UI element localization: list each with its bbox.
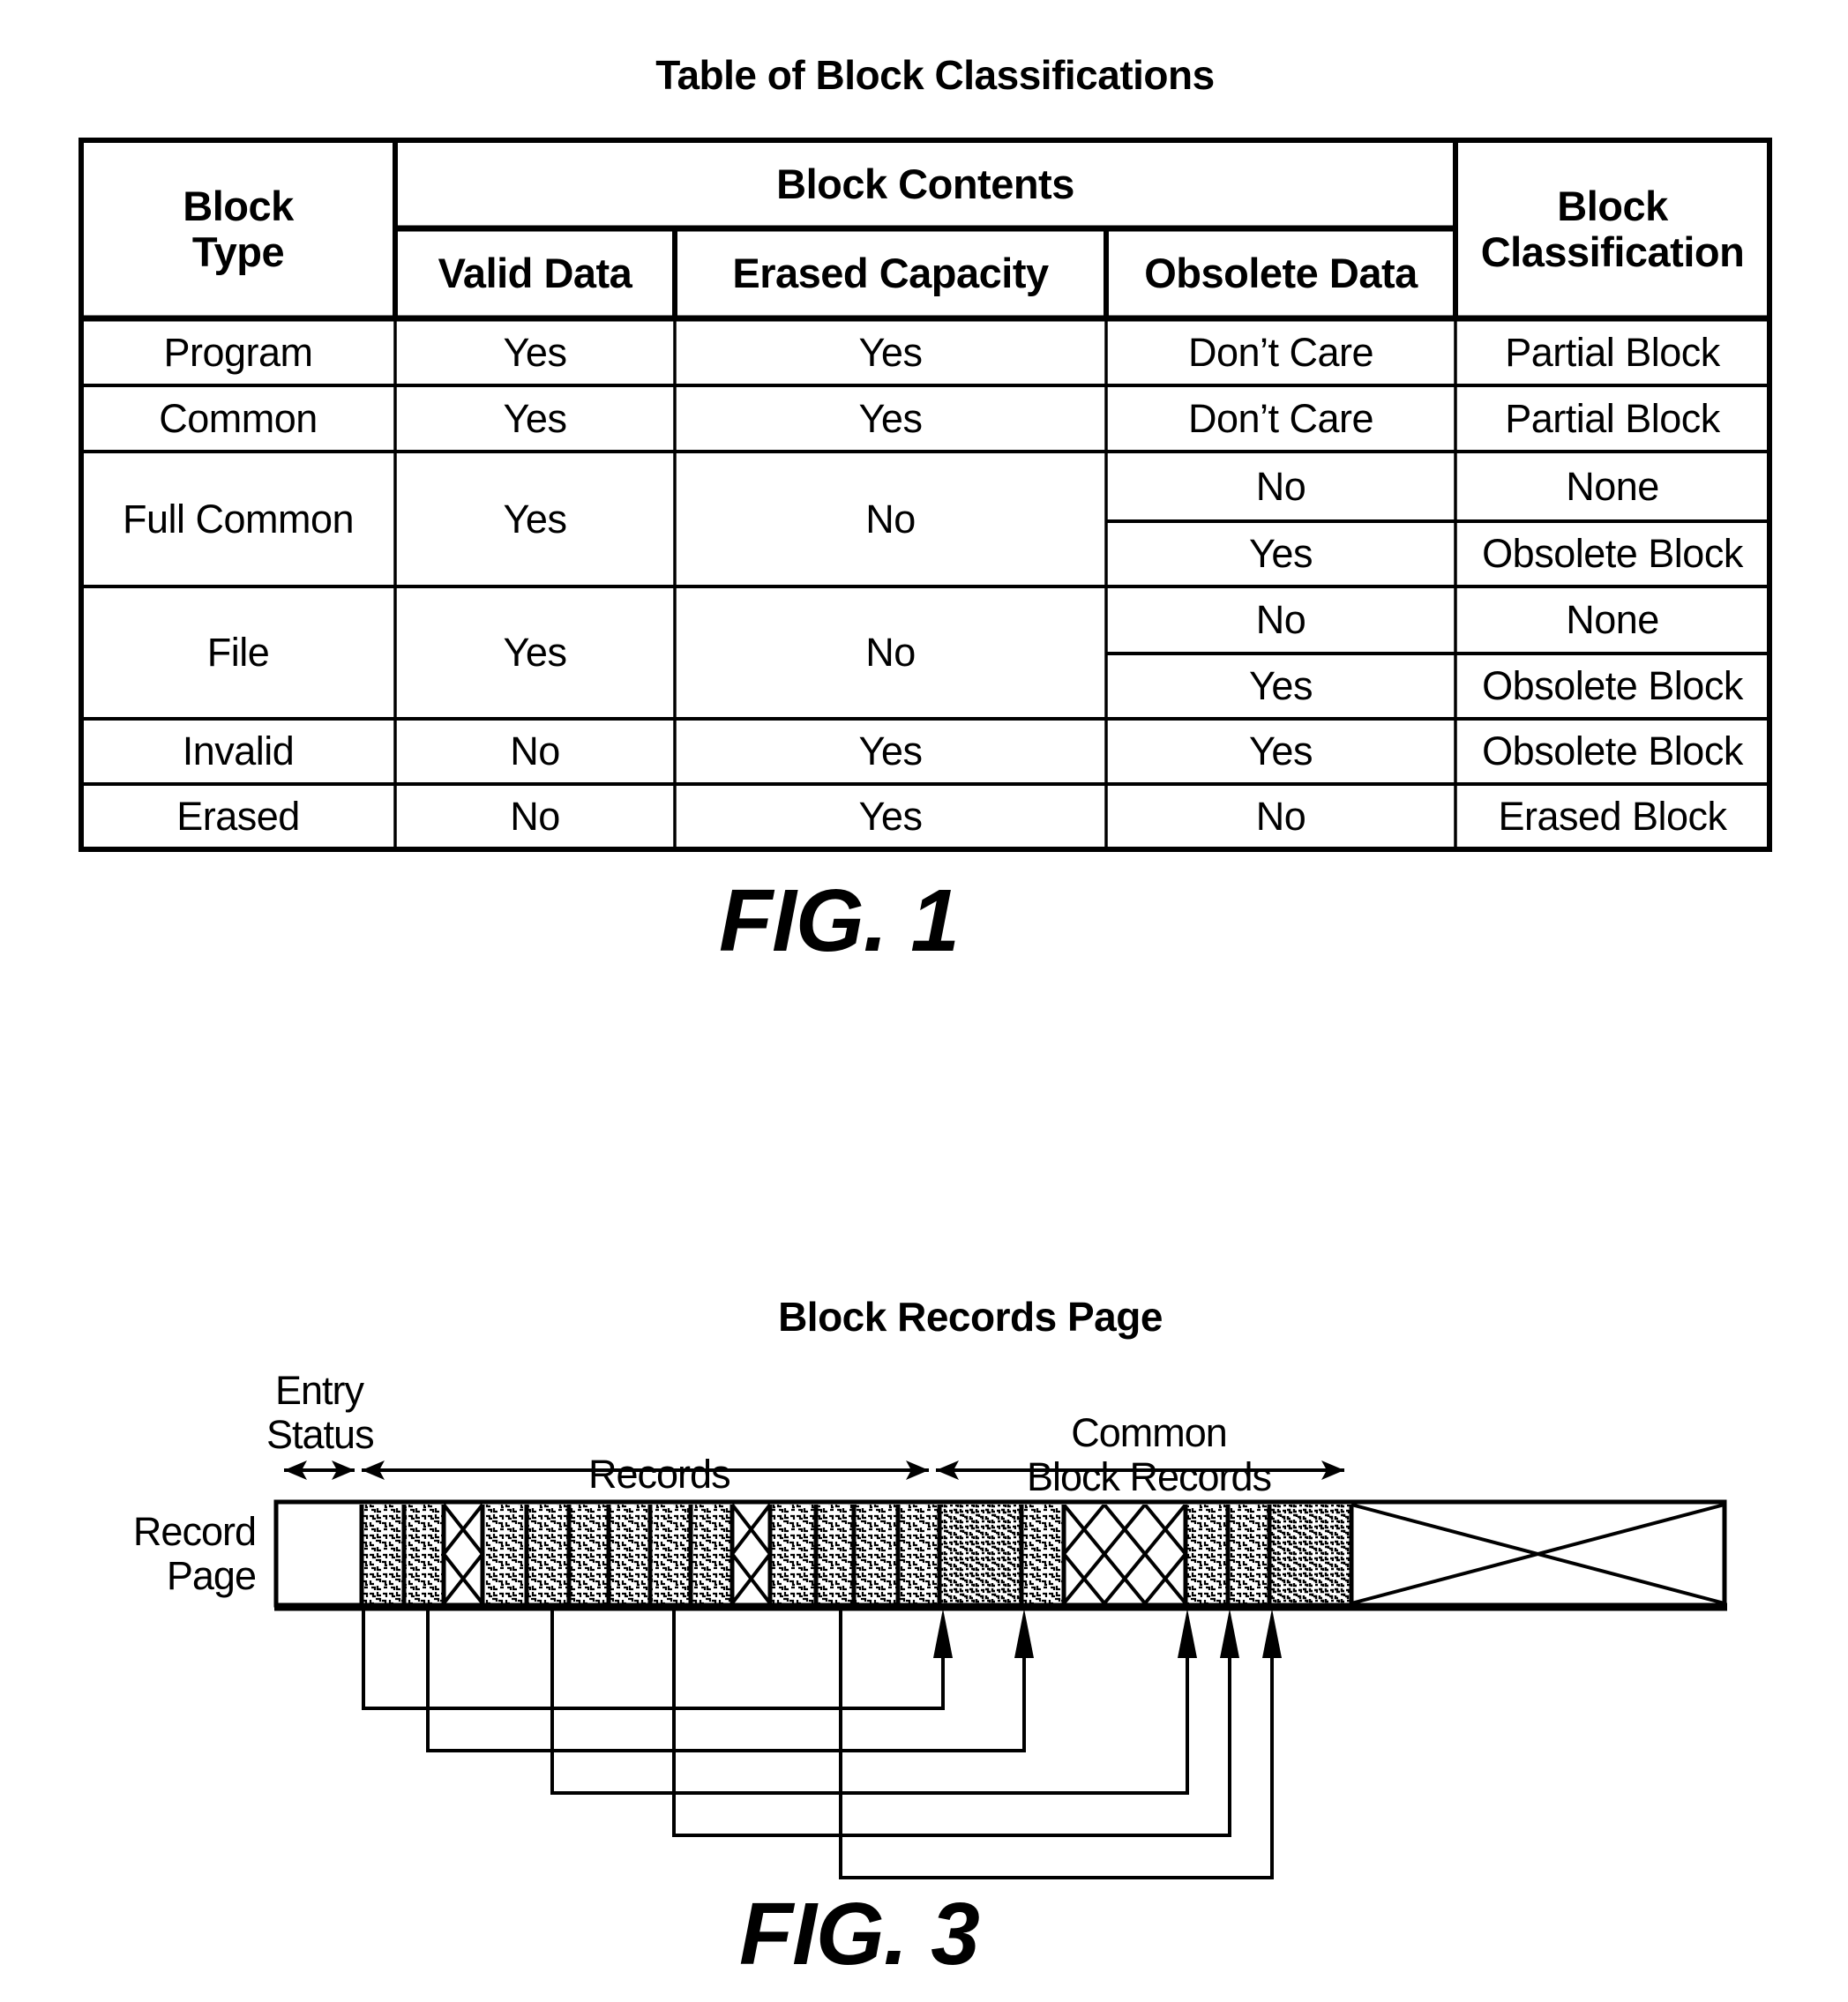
row-erased-obsolete-data: No xyxy=(1255,794,1306,840)
segment-common-block-record xyxy=(1228,1505,1269,1603)
row-full-common-classification-b: Obsolete Block xyxy=(1482,531,1743,577)
segment-obsolete-record xyxy=(441,1503,485,1605)
row-file-classification-b: Obsolete Block xyxy=(1482,663,1743,709)
segment-record xyxy=(854,1505,898,1603)
segment-record xyxy=(569,1505,609,1603)
row-common-classification: Partial Block xyxy=(1505,395,1720,441)
row-full-common-valid-data: Yes xyxy=(503,496,567,542)
row-program-classification: Partial Block xyxy=(1505,329,1720,375)
record-link-arrow xyxy=(426,1608,1034,1752)
record-page-label: Record Page xyxy=(132,1509,257,1599)
row-full-common-obsolete-data-a: No xyxy=(1255,463,1306,509)
row-full-common-erased-capacity: No xyxy=(865,496,916,542)
row-invalid-obsolete-data: Yes xyxy=(1249,728,1313,774)
row-full-common-obsolete-data-b: Yes xyxy=(1249,531,1313,577)
record-link-arrow xyxy=(550,1608,1197,1795)
row-common-obsolete-data: Don’t Care xyxy=(1187,395,1374,441)
segment-record xyxy=(770,1505,816,1603)
row-file-valid-data: Yes xyxy=(503,630,567,676)
segment-record xyxy=(527,1505,569,1603)
header-erased-capacity: Erased Capacity xyxy=(732,250,1049,297)
segment-common-block-record xyxy=(1186,1505,1228,1603)
header-obsolete-data: Obsolete Data xyxy=(1144,250,1418,297)
header-block-type: Block Type xyxy=(183,183,294,275)
header-block-classification: Block Classification xyxy=(1480,183,1745,275)
record-link-arrow xyxy=(362,1608,953,1710)
row-program-valid-data: Yes xyxy=(503,329,567,375)
common-block-records-label: Common Block Records xyxy=(1023,1410,1275,1500)
segment-obsolete-common-block-record xyxy=(1064,1505,1186,1603)
record-link-arrow xyxy=(839,1608,1282,1879)
row-full-common-block-type: Full Common xyxy=(122,496,355,542)
row-common-erased-capacity: Yes xyxy=(858,395,923,441)
segment-record xyxy=(650,1505,691,1603)
row-common-block-type: Common xyxy=(159,395,318,441)
segment-common-block-record xyxy=(1021,1505,1064,1603)
row-invalid-block-type: Invalid xyxy=(182,728,295,774)
segment-record xyxy=(816,1505,854,1603)
header-valid-data: Valid Data xyxy=(438,250,632,297)
row-file-obsolete-data-a: No xyxy=(1255,597,1306,643)
row-erased-erased-capacity: Yes xyxy=(858,794,923,840)
segment-record xyxy=(404,1505,444,1603)
row-file-obsolete-data-b: Yes xyxy=(1249,663,1313,709)
entry-status-label: Entry Status xyxy=(266,1368,375,1458)
row-erased-valid-data: No xyxy=(510,794,560,840)
row-common-valid-data: Yes xyxy=(503,395,567,441)
segment-record xyxy=(609,1505,650,1603)
row-invalid-valid-data: No xyxy=(510,728,560,774)
row-program-erased-capacity: Yes xyxy=(858,329,923,375)
segment-obsolete-record xyxy=(729,1503,773,1605)
segment-common-block-record xyxy=(1269,1505,1351,1603)
row-erased-classification: Erased Block xyxy=(1498,794,1727,840)
row-invalid-classification: Obsolete Block xyxy=(1482,728,1743,774)
fig3-caption: FIG. 3 xyxy=(739,1885,980,1983)
row-erased-block-type: Erased xyxy=(176,794,300,840)
fig1-caption: FIG. 1 xyxy=(719,871,960,970)
records-label: Records xyxy=(587,1452,732,1498)
segment-common-block-record xyxy=(939,1505,1021,1603)
record-link-arrow xyxy=(672,1608,1239,1837)
segment-entry-status xyxy=(276,1505,362,1603)
row-full-common-classification-a: None xyxy=(1566,463,1659,509)
row-file-block-type: File xyxy=(206,630,270,676)
segment-record xyxy=(691,1505,732,1603)
row-program-block-type: Program xyxy=(163,329,313,375)
fig3-title: Block Records Page xyxy=(778,1294,1163,1340)
segment-record xyxy=(362,1505,404,1603)
segment-record xyxy=(483,1505,527,1603)
segment-record xyxy=(898,1505,939,1603)
row-file-classification-a: None xyxy=(1566,597,1659,643)
header-block-contents: Block Contents xyxy=(776,161,1074,208)
segment-erased-space xyxy=(1350,1503,1725,1605)
row-file-erased-capacity: No xyxy=(865,630,916,676)
record-page-frame xyxy=(273,1499,1727,1608)
row-invalid-erased-capacity: Yes xyxy=(858,728,923,774)
row-program-obsolete-data: Don’t Care xyxy=(1187,329,1374,375)
